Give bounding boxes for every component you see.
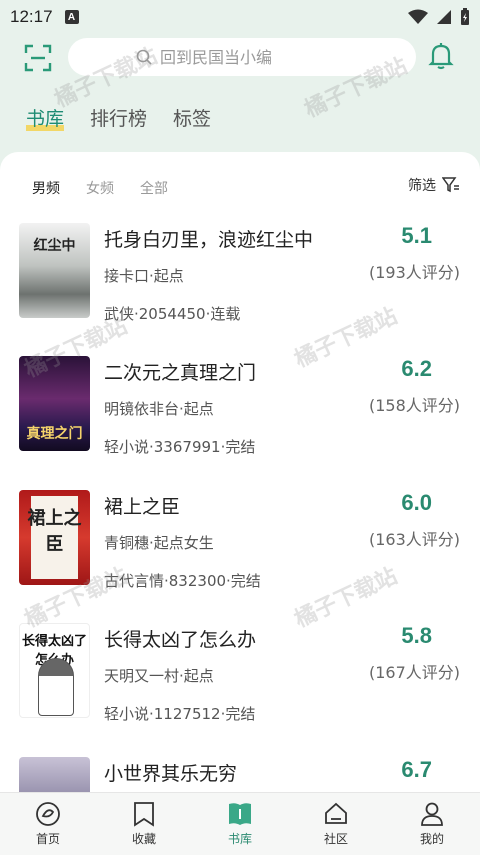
home-icon: [36, 802, 60, 826]
gender-filters: 男频 女频 全部: [32, 178, 168, 198]
book-score: 5.1: [401, 223, 432, 248]
cover-title: 裙上之臣: [27, 508, 82, 555]
book-meta: 古代言情·832300·完结: [104, 572, 261, 590]
screen-label: 筛选: [408, 178, 436, 194]
battery-icon: [461, 8, 469, 25]
bell-icon: [428, 43, 454, 70]
status-bar: 12:17 A: [0, 0, 480, 34]
book-item[interactable]: 真理之门 二次元之真理之门 明镜依非台·起点 轻小说·3367991·完结 6.…: [0, 356, 480, 466]
scan-button[interactable]: [24, 44, 52, 72]
nav-favorites[interactable]: 收藏: [96, 793, 192, 855]
book-title: 二次元之真理之门: [104, 362, 257, 384]
book-meta: 轻小说·3367991·完结: [104, 438, 256, 456]
book-cover: 裙上之臣: [19, 490, 90, 585]
book-author: 接卡口·起点: [104, 267, 184, 285]
nav-favorites-label: 收藏: [131, 832, 156, 846]
screen-button[interactable]: 筛选: [408, 175, 460, 195]
filter-male[interactable]: 男频: [32, 178, 60, 198]
library-panel: 男频 女频 全部 筛选 红尘中 托身白刃里，浪迹红尘中 接卡口·起点 武侠·20…: [0, 152, 480, 792]
search-bar[interactable]: [68, 38, 416, 76]
tab-ranking[interactable]: 排行榜: [90, 104, 147, 131]
filter-all[interactable]: 全部: [140, 178, 168, 198]
book-cover: 红尘中: [19, 223, 90, 318]
book-item[interactable]: 红尘中 托身白刃里，浪迹红尘中 接卡口·起点 武侠·2054450·连载 5.1…: [0, 223, 480, 333]
nav-profile-label: 我的: [419, 832, 444, 846]
nav-profile[interactable]: 我的: [384, 793, 480, 855]
book-score: 6.7: [401, 757, 432, 782]
book-cover: 长得太凶了怎么办: [19, 623, 90, 718]
bottom-nav: 首页 收藏 书库 社区 我的: [0, 792, 480, 855]
nav-home-label: 首页: [35, 832, 60, 846]
filter-female[interactable]: 女频: [86, 178, 114, 198]
nav-community-label: 社区: [323, 832, 348, 846]
book-cover: [19, 757, 90, 792]
book-ratings: (193人评分): [368, 263, 460, 282]
book-item[interactable]: 长得太凶了怎么办 长得太凶了怎么办 天明又一村·起点 轻小说·1127512·完…: [0, 623, 480, 733]
notification-button[interactable]: [428, 42, 456, 72]
filter-icon: [442, 177, 459, 193]
cover-figure: [38, 658, 74, 716]
tab-library[interactable]: 书库: [26, 104, 65, 131]
book-item[interactable]: 裙上之臣 裙上之臣 青铜穗·起点女生 古代言情·832300·完结 6.0 (1…: [0, 490, 480, 600]
nav-library-label: 书库: [227, 832, 252, 846]
top-bar: [0, 36, 480, 80]
notification-app-icon: A: [64, 10, 79, 24]
status-icons: [408, 8, 470, 26]
tab-tags[interactable]: 标签: [173, 104, 211, 131]
book-score: 6.2: [401, 356, 432, 381]
book-title: 小世界其乐无穷: [104, 763, 238, 785]
profile-icon: [421, 802, 443, 826]
book-score: 5.8: [401, 623, 432, 648]
signal-icon: [437, 10, 451, 24]
book-author: 青铜穗·起点女生: [104, 534, 214, 552]
book-title: 托身白刃里，浪迹红尘中: [104, 229, 314, 251]
book-meta: 武侠·2054450·连载: [104, 305, 241, 323]
cover-title: 红尘中: [33, 238, 76, 254]
book-title: 裙上之臣: [104, 496, 181, 518]
community-icon: [325, 802, 347, 824]
book-ratings: (158人评分): [368, 396, 460, 415]
scan-icon: [24, 44, 52, 72]
book-ratings: (163人评分): [368, 530, 460, 549]
book-title: 长得太凶了怎么办: [104, 629, 257, 651]
book-author: 明镜依非台·起点: [104, 400, 214, 418]
nav-home[interactable]: 首页: [0, 793, 96, 855]
wifi-icon: [408, 9, 428, 24]
search-input[interactable]: [160, 47, 400, 67]
nav-community[interactable]: 社区: [288, 793, 384, 855]
book-meta: 轻小说·1127512·完结: [104, 705, 256, 723]
book-ratings: (167人评分): [368, 663, 460, 682]
book-cover: 真理之门: [19, 356, 90, 451]
nav-library[interactable]: 书库: [192, 793, 288, 855]
cover-title: 真理之门: [26, 426, 83, 442]
book-score: 6.0: [401, 490, 432, 515]
library-icon: [229, 803, 251, 825]
top-tabs: 书库 排行榜 标签: [26, 104, 211, 131]
book-author: 天明又一村·起点: [104, 667, 214, 685]
bookmark-icon: [134, 802, 154, 827]
search-icon: [136, 49, 152, 65]
book-item[interactable]: 小世界其乐无穷 6.7: [0, 757, 480, 792]
status-time: 12:17: [10, 7, 53, 26]
